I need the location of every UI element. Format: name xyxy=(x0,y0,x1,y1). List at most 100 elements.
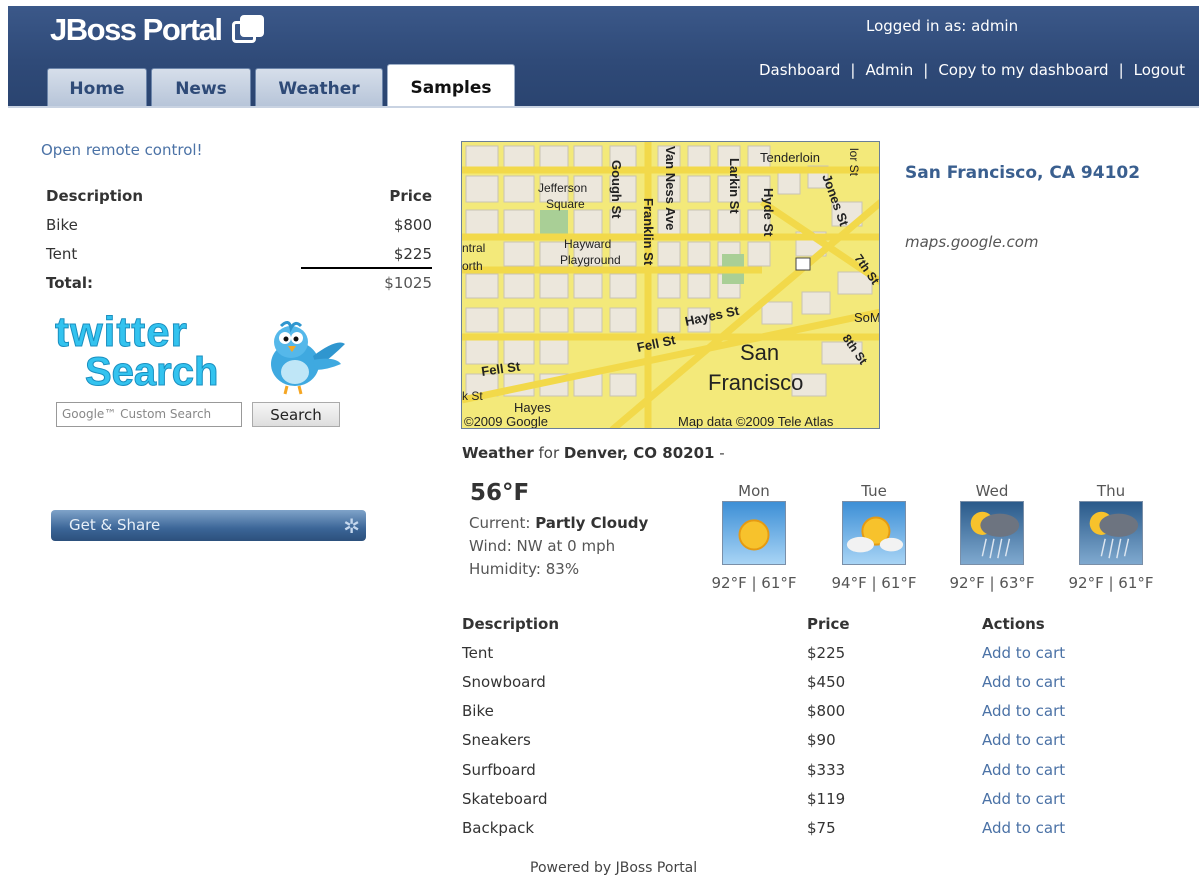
footer-text: Powered by JBoss Portal xyxy=(530,860,698,876)
cart-total-row: Total: $1025 xyxy=(46,268,432,297)
google-search-input[interactable]: Google™ Custom Search xyxy=(56,402,242,427)
tab-samples[interactable]: Samples xyxy=(387,64,515,106)
current-label: Current: xyxy=(469,514,531,532)
map-label-tenderloin: Tenderloin xyxy=(760,150,820,165)
copy-to-dashboard-link[interactable]: Copy to my dashboard xyxy=(938,61,1108,79)
partly-cloudy-icon xyxy=(842,501,906,565)
forecast-day: Thu 92°F | 61°F xyxy=(1051,482,1171,592)
current-conditions: Current: Partly Cloudy xyxy=(469,512,648,535)
map-label-hyde-st: Hyde St xyxy=(761,188,776,237)
product-desc: Tent xyxy=(462,643,494,662)
logout-link[interactable]: Logout xyxy=(1134,61,1185,79)
product-price: $333 xyxy=(807,760,846,779)
weather-dash: - xyxy=(719,444,725,462)
map-location-title[interactable]: San Francisco, CA 94102 xyxy=(905,163,1140,183)
map-label-larkin-st: Larkin St xyxy=(727,158,742,214)
add-to-cart-link[interactable]: Add to cart xyxy=(982,731,1102,749)
map-label-jefferson: Jefferson xyxy=(538,181,587,195)
logo-text: JBoss Portal xyxy=(50,12,223,47)
google-search-button[interactable]: Search xyxy=(252,402,340,427)
cart-header-row: Description Price xyxy=(46,181,432,210)
add-to-cart-link[interactable]: Add to cart xyxy=(982,819,1102,837)
product-price: $225 xyxy=(807,643,846,662)
cart-total-label: Total: xyxy=(46,273,93,292)
cart-header-price: Price xyxy=(389,186,432,205)
header-price: Price xyxy=(807,614,850,633)
get-share-label: Get & Share xyxy=(69,516,161,534)
weather-label: Weather xyxy=(462,444,534,462)
add-to-cart-link[interactable]: Add to cart xyxy=(982,673,1102,691)
product-row: Tent $225 Add to cart xyxy=(462,638,1102,667)
dashboard-link[interactable]: Dashboard xyxy=(759,61,840,79)
weather-for: for xyxy=(538,444,560,462)
cart-row: Bike $800 xyxy=(46,210,432,239)
cart-header-description: Description xyxy=(46,186,144,205)
tab-weather[interactable]: Weather xyxy=(255,68,383,106)
product-desc: Bike xyxy=(462,702,494,721)
product-desc: Skateboard xyxy=(462,789,548,808)
twitter-word: twitter xyxy=(55,308,188,356)
map-source: maps.google.com xyxy=(905,233,1039,251)
product-row: Sneakers $90 Add to cart xyxy=(462,726,1102,755)
cart-row: Tent $225 xyxy=(46,239,432,268)
map-label-square: Square xyxy=(546,197,585,211)
map-label-som: SoM xyxy=(854,310,880,325)
weather-title: Weather for Denver, CO 80201 - xyxy=(462,444,725,462)
product-desc: Snowboard xyxy=(462,672,546,691)
google-map[interactable]: Tenderloin lor St Jefferson Square Haywa… xyxy=(461,141,880,429)
product-header-row: Description Price Actions xyxy=(462,609,1102,638)
map-label-francisco: Francisco xyxy=(708,370,803,395)
map-label-lor-st: lor St xyxy=(847,148,861,177)
map-label-playground: Playground xyxy=(560,253,621,267)
separator: | xyxy=(1118,61,1124,79)
product-price: $90 xyxy=(807,731,836,750)
header-description: Description xyxy=(462,614,560,633)
map-label-ntral: ntral xyxy=(462,241,485,255)
portal-header: JBoss Portal Logged in as: admin Dashboa… xyxy=(8,6,1199,108)
cart-item-desc: Tent xyxy=(46,244,78,263)
google-custom-search: Google™ Custom Search Search xyxy=(56,402,340,427)
map-label-franklin-st: Franklin St xyxy=(641,198,656,266)
add-to-cart-link[interactable]: Add to cart xyxy=(982,644,1102,662)
weather-details: Current: Partly Cloudy Wind: NW at 0 mph… xyxy=(469,512,648,581)
humidity-text: Humidity: 83% xyxy=(469,560,580,578)
product-price: $800 xyxy=(807,702,846,721)
map-canvas: Tenderloin lor St Jefferson Square Haywa… xyxy=(462,142,880,428)
tab-bar: Home News Weather Samples xyxy=(47,64,515,106)
search-word: Search xyxy=(84,350,219,395)
product-desc: Sneakers xyxy=(462,731,531,750)
share-star-icon: ✲ xyxy=(343,514,360,538)
add-to-cart-link[interactable]: Add to cart xyxy=(982,761,1102,779)
product-price: $450 xyxy=(807,672,846,691)
admin-link[interactable]: Admin xyxy=(865,61,913,79)
map-label-orth: orth xyxy=(462,259,483,273)
header-actions: Actions xyxy=(982,614,1045,633)
cart-total-value: $1025 xyxy=(384,273,432,292)
forecast-day: Tue 94°F | 61°F xyxy=(814,482,934,592)
total-divider xyxy=(301,267,432,269)
product-price: $119 xyxy=(807,789,846,808)
forecast-range: 92°F | 61°F xyxy=(1068,574,1154,592)
separator: | xyxy=(850,61,856,79)
tab-news[interactable]: News xyxy=(151,68,251,106)
weather-place: Denver, CO 80201 xyxy=(563,444,715,462)
add-to-cart-link[interactable]: Add to cart xyxy=(982,702,1102,720)
map-label-san: San xyxy=(740,340,779,365)
forecast-day: Mon 92°F | 61°F xyxy=(694,482,814,592)
product-row: Surfboard $333 Add to cart xyxy=(462,755,1102,784)
rain-icon xyxy=(960,501,1024,565)
product-desc: Surfboard xyxy=(462,760,536,779)
get-and-share-button[interactable]: Get & Share ✲ xyxy=(51,510,366,541)
add-to-cart-link[interactable]: Add to cart xyxy=(982,790,1102,808)
forecast-range: 92°F | 63°F xyxy=(949,574,1035,592)
map-label-k-st: k St xyxy=(462,389,483,403)
jboss-portal-logo[interactable]: JBoss Portal xyxy=(50,8,266,52)
forecast-range: 92°F | 61°F xyxy=(711,574,797,592)
product-row: Snowboard $450 Add to cart xyxy=(462,667,1102,696)
open-remote-control-link[interactable]: Open remote control! xyxy=(41,141,203,159)
forecast-day-label: Thu xyxy=(1096,482,1126,500)
current-temperature: 56°F xyxy=(470,480,530,506)
product-table: Description Price Actions Tent $225 Add … xyxy=(462,609,1102,843)
top-links: Dashboard | Admin | Copy to my dashboard… xyxy=(759,61,1185,79)
tab-home[interactable]: Home xyxy=(47,68,147,106)
